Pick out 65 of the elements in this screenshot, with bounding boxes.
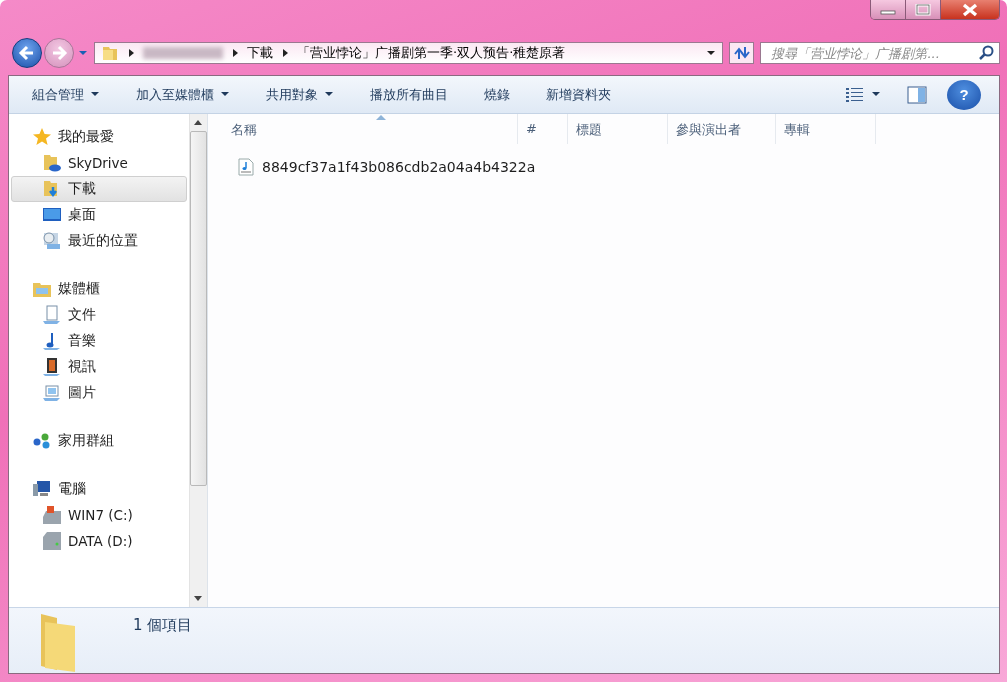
cloud-icon <box>42 153 62 173</box>
nav-item[interactable]: 圖片 <box>11 380 187 406</box>
nav-item[interactable]: 視訊 <box>11 354 187 380</box>
nav-item[interactable]: 桌面 <box>11 202 187 228</box>
column-header[interactable]: 標題 <box>568 114 668 144</box>
audio-file-icon <box>238 158 254 176</box>
toolbar-button[interactable]: 新增資料夾 <box>537 81 620 108</box>
nav-item[interactable]: 媒體櫃 <box>11 276 187 302</box>
drive-icon <box>42 531 62 551</box>
file-item[interactable]: 8849cf37a1f43b086cdb2a04a4b4322a <box>234 156 540 178</box>
windrive-icon <box>42 505 62 525</box>
nav-item[interactable]: 家用群組 <box>11 428 187 454</box>
recent-icon <box>42 231 62 251</box>
nav-item[interactable]: 我的最愛 <box>11 124 187 150</box>
search-icon <box>979 45 995 61</box>
computer-icon <box>32 479 52 499</box>
nav-item[interactable]: SkyDrive <box>11 150 187 176</box>
folder-icon <box>101 44 119 62</box>
column-header[interactable]: # <box>518 114 568 144</box>
search-field[interactable]: 搜尋「营业悖论」广播剧第... <box>760 42 1000 64</box>
dropdown-icon[interactable] <box>705 50 716 56</box>
nav-item[interactable]: 下載 <box>11 176 187 202</box>
document-icon <box>42 305 62 325</box>
toolbar-button[interactable]: 組合管理 <box>23 81 109 108</box>
column-header[interactable]: 參與演出者 <box>668 114 776 144</box>
refresh-button[interactable] <box>728 42 755 64</box>
chevron-icon[interactable] <box>280 48 290 58</box>
column-header[interactable]: 專輯 <box>776 114 876 144</box>
nav-item[interactable]: DATA (D:) <box>11 528 187 554</box>
homegroup-icon <box>32 431 52 451</box>
nav-item[interactable]: 最近的位置 <box>11 228 187 254</box>
nav-item[interactable]: 電腦 <box>11 476 187 502</box>
music-icon <box>42 331 62 351</box>
breadcrumb[interactable]: 「营业悖论」广播剧第一季·双人预告·稚楚原著 <box>297 44 566 62</box>
toolbar-button[interactable]: 共用對象 <box>257 81 343 108</box>
nav-item[interactable]: 音樂 <box>11 328 187 354</box>
toolbar-button[interactable]: 加入至媒體櫃 <box>127 81 239 108</box>
column-header[interactable]: 名稱 <box>208 114 518 144</box>
breadcrumb[interactable]: 下載 <box>247 44 273 62</box>
close-button[interactable] <box>941 0 999 19</box>
item-count: 1 個項目 <box>133 616 193 635</box>
caret-icon <box>872 92 881 97</box>
nav-item[interactable]: 文件 <box>11 302 187 328</box>
toolbar-button[interactable]: 播放所有曲目 <box>361 81 457 108</box>
star-icon <box>32 127 52 147</box>
minimize-button[interactable] <box>871 0 906 19</box>
preview-pane-icon <box>907 85 927 104</box>
history-dropdown-icon[interactable] <box>78 50 88 56</box>
close-icon <box>961 2 979 17</box>
nav-item[interactable]: WIN7 (C:) <box>11 502 187 528</box>
address-bar[interactable]: 下載 「营业悖论」广播剧第一季·双人预告·稚楚原著 <box>94 42 723 64</box>
back-button[interactable] <box>12 38 42 68</box>
maximize-button[interactable] <box>906 0 941 19</box>
toolbar-button[interactable]: 燒錄 <box>475 81 519 108</box>
refresh-icon <box>732 45 751 61</box>
scroll-up-icon[interactable] <box>194 120 203 125</box>
scrollbar[interactable] <box>189 114 207 607</box>
details-view-icon <box>845 86 865 103</box>
video-icon <box>42 357 62 377</box>
chevron-icon[interactable] <box>126 48 136 58</box>
picture-icon <box>42 383 62 403</box>
chevron-icon[interactable] <box>230 48 240 58</box>
scroll-down-icon[interactable] <box>194 596 203 601</box>
help-button[interactable]: ? <box>947 79 981 110</box>
maximize-icon <box>915 3 931 16</box>
